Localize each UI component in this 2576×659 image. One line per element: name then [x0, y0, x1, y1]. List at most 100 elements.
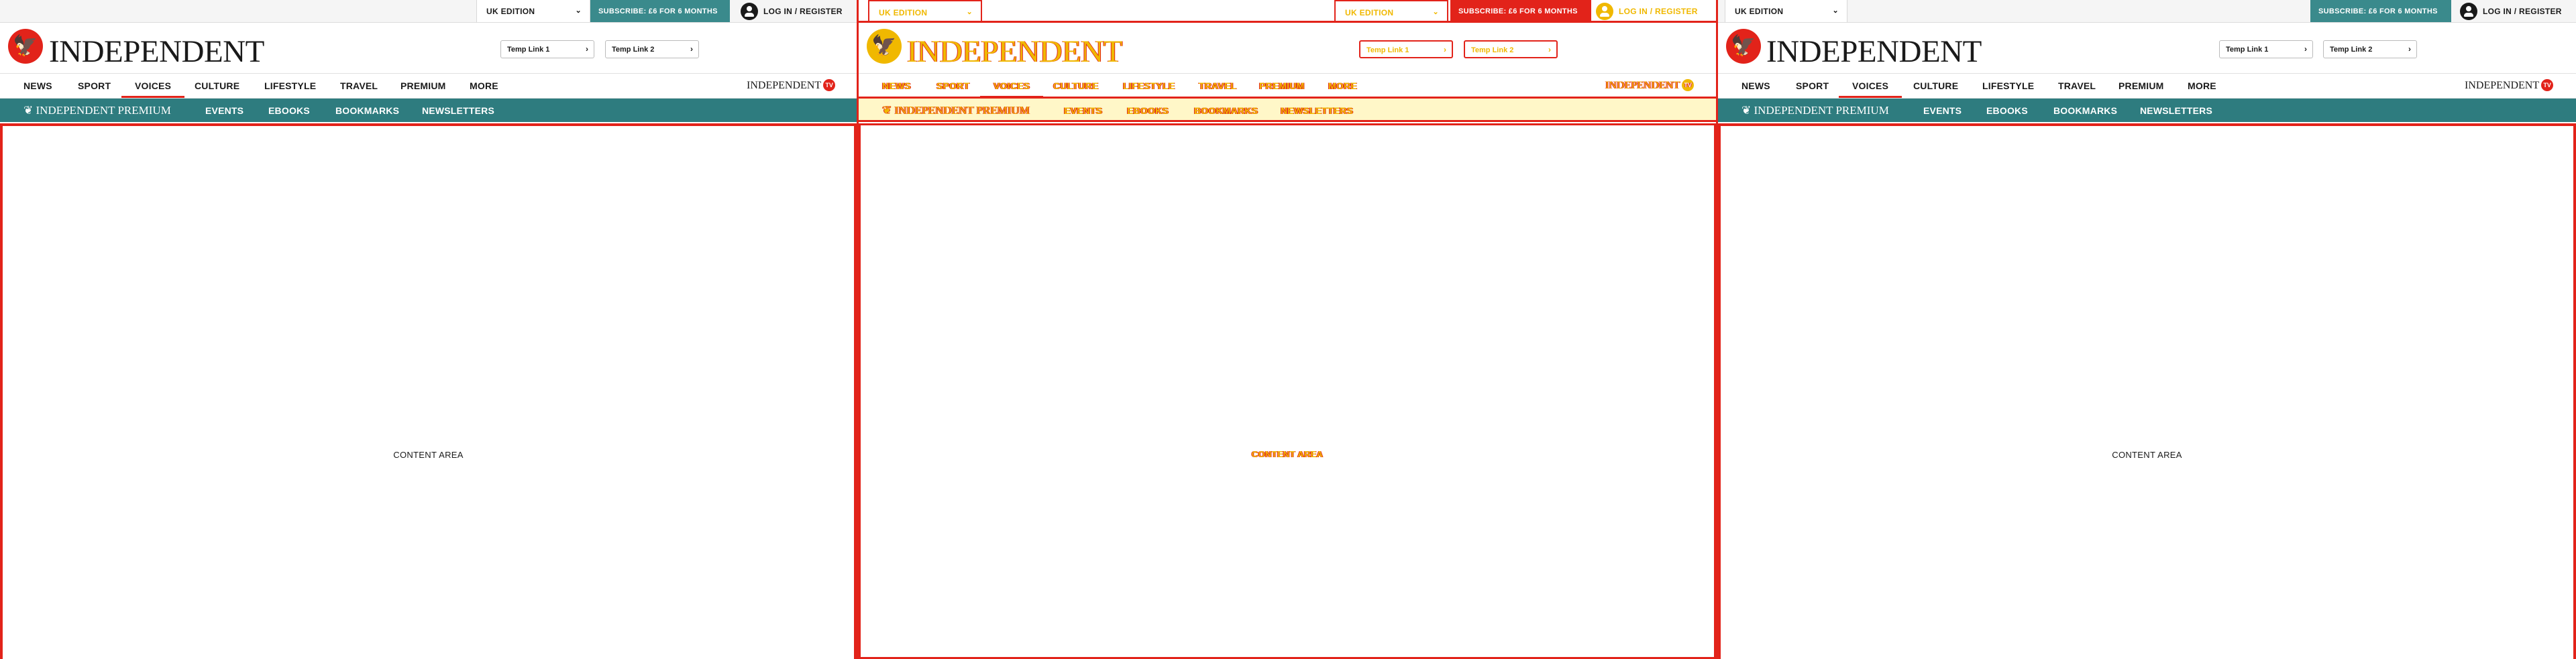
login-register-link[interactable]: LOG IN / REGISTER — [741, 0, 843, 22]
user-icon — [1596, 3, 1613, 20]
premium-logo-text: INDEPENDENT PREMIUM — [894, 104, 1030, 117]
premium-bar: ❦ INDEPENDENT PREMIUM EVENTS EBOOKS BOOK… — [859, 99, 1716, 122]
edition-label: UK EDITION — [1345, 8, 1394, 17]
site-wordmark[interactable]: INDEPENDENT — [49, 34, 264, 70]
premium-logo-text: INDEPENDENT PREMIUM — [36, 104, 171, 117]
subscribe-button[interactable]: SUBSCRIBE: £6 FOR 6 MONTHS — [2310, 0, 2451, 22]
independent-tv-link[interactable]: INDEPENDENT TV — [2465, 79, 2554, 92]
premium-bookmarks[interactable]: BOOKMARKS — [335, 105, 399, 116]
chevron-right-icon: › — [1444, 45, 1446, 54]
eagle-logo-icon[interactable]: 🦅 — [8, 29, 43, 64]
main-nav: NEWS SPORT VOICES CULTURE LIFESTYLE TRAV… — [1718, 73, 2576, 99]
nav-voices[interactable]: VOICES — [121, 80, 185, 98]
login-register-link[interactable]: LOG IN / REGISTER — [2460, 0, 2562, 22]
premium-events[interactable]: EVENTS — [1923, 105, 1962, 116]
subscribe-button[interactable]: SUBSCRIBE: £6 FOR 6 MONTHS — [1450, 0, 1591, 22]
nav-sport[interactable]: SPORT — [78, 80, 111, 91]
eagle-icon: ❦ — [1741, 104, 1754, 117]
edition-selector[interactable]: UK EDITION ⌄ — [476, 0, 590, 22]
tv-logo-text: INDEPENDENT — [1605, 80, 1680, 91]
layout-panel-right: UK EDITION ⌄ SUBSCRIBE: £6 FOR 6 MONTHS … — [1718, 0, 2576, 659]
premium-newsletters[interactable]: NEWSLETTERS — [422, 105, 494, 116]
premium-bar: ❦ INDEPENDENT PREMIUM EVENTS EBOOKS BOOK… — [1718, 99, 2576, 122]
temp-link-2[interactable]: Temp Link 2 › — [1464, 40, 1558, 58]
temp-link-2[interactable]: Temp Link 2 › — [605, 40, 699, 58]
nav-more[interactable]: MORE — [2188, 80, 2216, 91]
tv-badge: TV — [823, 79, 836, 91]
chevron-right-icon: › — [2408, 44, 2411, 54]
masthead: 🦅 INDEPENDENT Temp Link 1 › Temp Link 2 … — [0, 23, 857, 73]
temp-link-2-label: Temp Link 2 — [612, 46, 655, 54]
temp-link-1[interactable]: Temp Link 1 › — [1359, 40, 1453, 58]
temp-link-1[interactable]: Temp Link 1 › — [500, 40, 594, 58]
nav-news[interactable]: NEWS — [882, 80, 911, 91]
temp-link-1[interactable]: Temp Link 1 › — [2219, 40, 2313, 58]
nav-culture[interactable]: CULTURE — [195, 80, 239, 91]
nav-voices[interactable]: VOICES — [1838, 80, 1902, 98]
edition-selector[interactable]: UK EDITION ⌄ — [868, 0, 982, 22]
main-nav: NEWS SPORT VOICES CULTURE LIFESTYLE TRAV… — [0, 73, 857, 99]
edition-selector-duplicate[interactable]: UK EDITION ⌄ — [1334, 0, 1448, 22]
eagle-logo-icon[interactable]: 🦅 — [867, 29, 902, 64]
nav-premium[interactable]: PREMIUM — [1259, 80, 1305, 91]
nav-more[interactable]: MORE — [470, 80, 498, 91]
nav-culture[interactable]: CULTURE — [1053, 80, 1098, 91]
premium-events[interactable]: EVENTS — [205, 105, 244, 116]
nav-lifestyle[interactable]: LIFESTYLE — [264, 80, 316, 91]
premium-bookmarks[interactable]: BOOKMARKS — [2053, 105, 2117, 116]
nav-news[interactable]: NEWS — [23, 80, 52, 91]
masthead: 🦅 INDEPENDENT Temp Link 1 › Temp Link 2 … — [859, 23, 1716, 73]
independent-tv-link[interactable]: INDEPENDENT TV — [747, 79, 836, 92]
premium-ebooks[interactable]: EBOOKS — [1127, 105, 1169, 116]
premium-events[interactable]: EVENTS — [1064, 105, 1102, 116]
chevron-down-icon: ⌄ — [1432, 8, 1439, 16]
site-wordmark[interactable]: INDEPENDENT — [907, 34, 1122, 70]
nav-sport[interactable]: SPORT — [1796, 80, 1829, 91]
tv-badge: TV — [2541, 79, 2554, 91]
layout-panel-middle: UK EDITION ⌄ UK EDITION ⌄ SUBSCRIBE: £6 … — [857, 0, 1718, 659]
nav-travel[interactable]: TRAVEL — [2058, 80, 2096, 91]
content-area-label: CONTENT AREA — [1251, 449, 1324, 459]
nav-more[interactable]: MORE — [1328, 80, 1357, 91]
edition-selector[interactable]: UK EDITION ⌄ — [1725, 0, 1847, 22]
nav-premium[interactable]: PREMIUM — [400, 80, 446, 91]
nav-sport[interactable]: SPORT — [936, 80, 969, 91]
eagle-logo-icon[interactable]: 🦅 — [1726, 29, 1761, 64]
premium-ebooks[interactable]: EBOOKS — [1986, 105, 2028, 116]
premium-logo[interactable]: ❦ INDEPENDENT PREMIUM — [882, 104, 1030, 117]
temp-link-2-label: Temp Link 2 — [2330, 46, 2373, 54]
nav-culture[interactable]: CULTURE — [1913, 80, 1958, 91]
premium-newsletters[interactable]: NEWSLETTERS — [2140, 105, 2212, 116]
premium-newsletters[interactable]: NEWSLETTERS — [1281, 105, 1353, 116]
top-bar: UK EDITION ⌄ UK EDITION ⌄ SUBSCRIBE: £6 … — [859, 0, 1716, 23]
premium-ebooks[interactable]: EBOOKS — [268, 105, 310, 116]
login-register-link[interactable]: LOG IN / REGISTER — [1596, 0, 1698, 22]
nav-lifestyle[interactable]: LIFESTYLE — [1982, 80, 2034, 91]
premium-logo[interactable]: ❦ INDEPENDENT PREMIUM — [23, 104, 171, 117]
masthead: 🦅 INDEPENDENT Temp Link 1 › Temp Link 2 … — [1718, 23, 2576, 73]
content-area: CONTENT AREA — [1718, 123, 2576, 659]
temp-link-1-label: Temp Link 1 — [2226, 46, 2269, 54]
nav-premium[interactable]: PREMIUM — [2118, 80, 2164, 91]
independent-tv-link[interactable]: INDEPENDENT TV — [1605, 79, 1695, 92]
chevron-down-icon: ⌄ — [966, 8, 973, 16]
user-icon — [741, 3, 758, 20]
premium-bookmarks[interactable]: BOOKMARKS — [1194, 105, 1258, 116]
nav-lifestyle[interactable]: LIFESTYLE — [1123, 80, 1175, 91]
nav-news[interactable]: NEWS — [1741, 80, 1770, 91]
subscribe-button[interactable]: SUBSCRIBE: £6 FOR 6 MONTHS — [590, 0, 730, 22]
temp-link-2[interactable]: Temp Link 2 › — [2323, 40, 2417, 58]
nav-travel[interactable]: TRAVEL — [340, 80, 378, 91]
login-label: LOG IN / REGISTER — [2483, 7, 2562, 16]
nav-travel[interactable]: TRAVEL — [1199, 80, 1236, 91]
premium-logo[interactable]: ❦ INDEPENDENT PREMIUM — [1741, 104, 1889, 117]
tv-badge: TV — [1682, 79, 1695, 91]
premium-bar: ❦ INDEPENDENT PREMIUM EVENTS EBOOKS BOOK… — [0, 99, 857, 122]
site-wordmark[interactable]: INDEPENDENT — [1766, 34, 1982, 70]
eagle-icon: ❦ — [882, 104, 895, 117]
chevron-right-icon: › — [2304, 44, 2307, 54]
content-area-label: CONTENT AREA — [393, 450, 464, 460]
nav-voices[interactable]: VOICES — [979, 80, 1044, 98]
tv-logo-text: INDEPENDENT — [2465, 80, 2540, 91]
top-bar: UK EDITION ⌄ SUBSCRIBE: £6 FOR 6 MONTHS … — [0, 0, 857, 23]
